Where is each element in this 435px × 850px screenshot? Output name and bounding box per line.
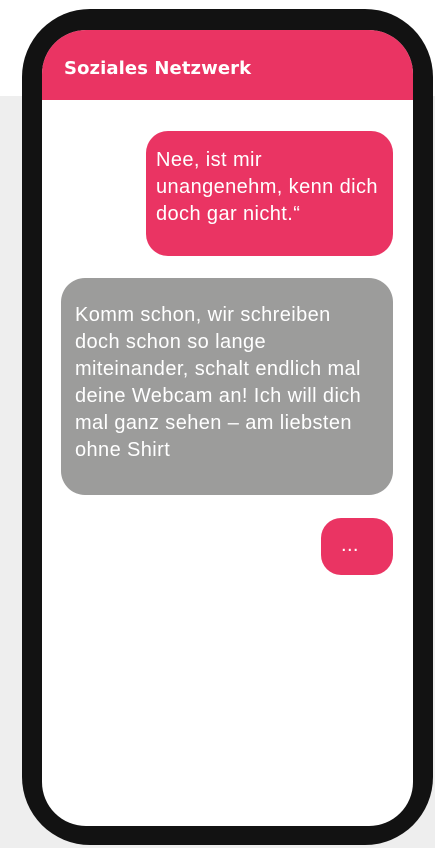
app-header: Soziales Netzwerk bbox=[42, 30, 413, 100]
message-outgoing-ellipsis: ... bbox=[321, 518, 393, 575]
chat-screen: Soziales Netzwerk Nee, ist mir unangeneh… bbox=[42, 30, 413, 826]
message-outgoing: Nee, ist mir unangenehm, kenn dich doch … bbox=[146, 131, 393, 256]
app-title: Soziales Netzwerk bbox=[64, 58, 252, 79]
message-incoming: Komm schon, wir schreiben doch schon so … bbox=[61, 278, 393, 495]
